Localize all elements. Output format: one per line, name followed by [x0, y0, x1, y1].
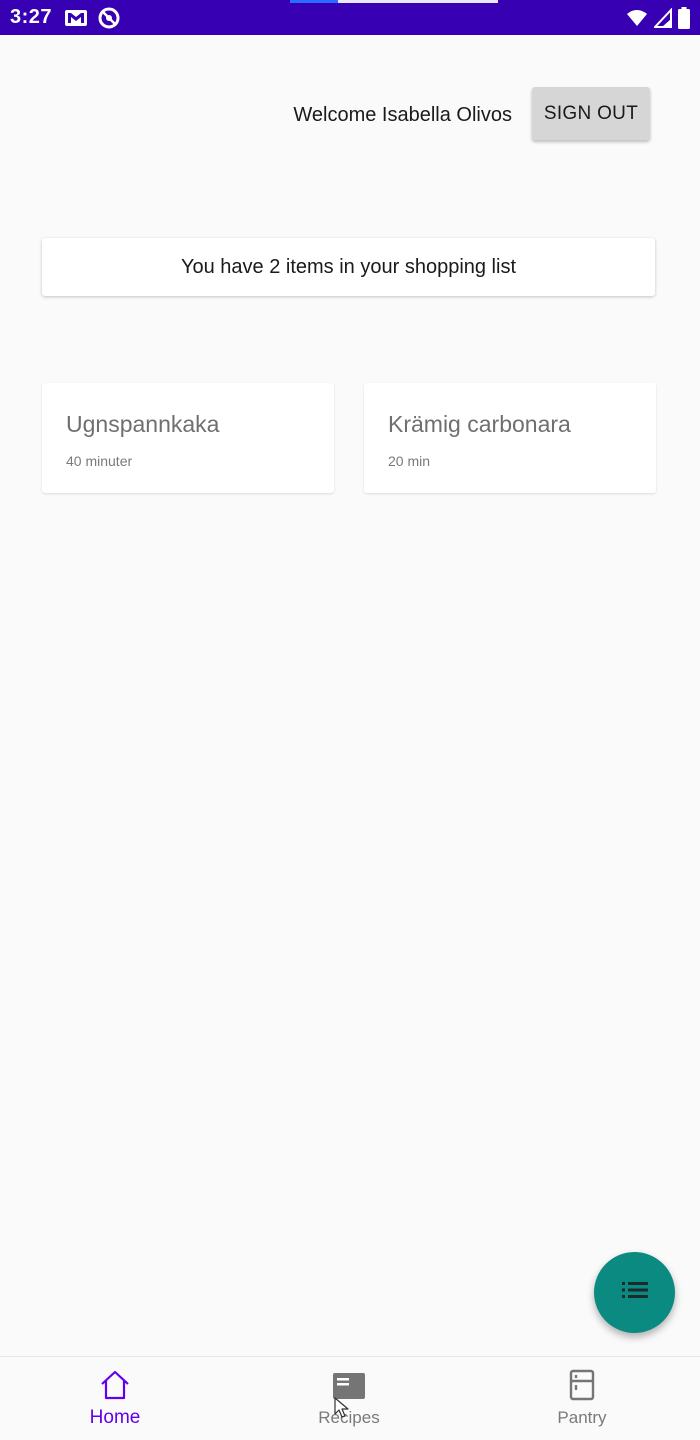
nav-label-home: Home: [89, 1407, 141, 1428]
do-not-disturb-icon: [98, 7, 120, 34]
sign-out-button[interactable]: SIGN OUT: [532, 87, 650, 140]
recipe-time: 40 minuter: [66, 453, 133, 469]
shopping-list-fab[interactable]: [594, 1252, 675, 1333]
status-progress-track: [338, 0, 498, 3]
home-icon: [99, 1369, 131, 1401]
status-right-icons: [626, 7, 690, 34]
recipe-card[interactable]: Ugnspannkaka 40 minuter: [42, 383, 334, 493]
nav-item-home[interactable]: Home: [35, 1357, 195, 1440]
bottom-navigation: Home Recipes Pantry: [0, 1356, 700, 1440]
welcome-text: Welcome Isabella Olivos: [293, 104, 512, 126]
fridge-icon: [566, 1369, 598, 1401]
recipe-card[interactable]: Krämig carbonara 20 min: [364, 383, 656, 493]
wifi-icon: [626, 8, 648, 33]
nav-item-pantry[interactable]: Pantry: [502, 1357, 662, 1440]
shopping-list-card[interactable]: You have 2 items in your shopping list: [42, 238, 655, 296]
shopping-list-summary: You have 2 items in your shopping list: [180, 255, 517, 278]
recipe-time: 20 min: [388, 453, 431, 469]
cellular-signal-icon: [652, 7, 672, 33]
status-time: 3:27: [10, 6, 53, 28]
gmail-icon: [64, 8, 88, 33]
recipe-title: Ugnspannkaka: [66, 411, 220, 437]
nav-label-pantry: Pantry: [557, 1408, 607, 1427]
mouse-pointer-icon: [334, 1397, 350, 1419]
battery-icon: [678, 7, 690, 34]
status-left-icons: [64, 7, 120, 34]
status-bar: 3:27: [0, 0, 700, 35]
list-icon: [621, 1280, 649, 1305]
status-progress-indicator: [290, 0, 338, 3]
recipe-title: Krämig carbonara: [388, 411, 571, 437]
